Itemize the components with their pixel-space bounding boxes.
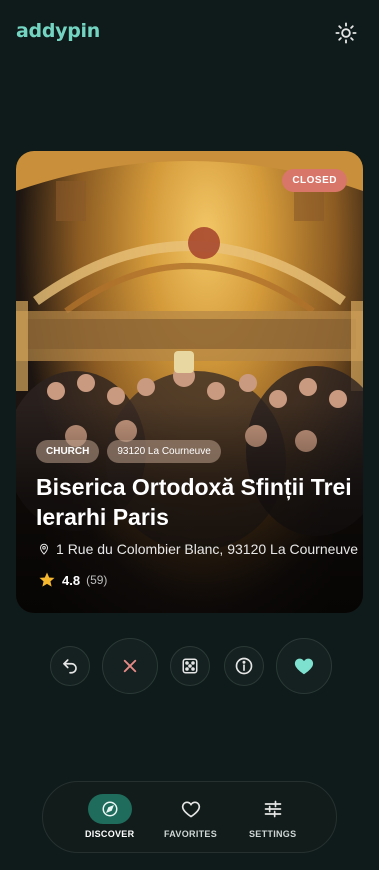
nav-discover-label: DISCOVER <box>85 829 135 839</box>
sliders-icon <box>264 800 282 818</box>
like-button[interactable] <box>276 638 332 694</box>
category-tag: CHURCH <box>36 440 100 463</box>
undo-button[interactable] <box>50 646 90 686</box>
nav-settings-label: SETTINGS <box>249 829 297 839</box>
star-icon <box>39 572 55 587</box>
heart-icon <box>294 658 314 675</box>
tag-list: CHURCH 93120 La Courneuve <box>36 440 221 463</box>
review-count: (59) <box>86 573 108 587</box>
nav-discover[interactable]: DISCOVER <box>85 794 134 839</box>
address-text: 1 Rue du Colombier Blanc, 93120 La Courn… <box>56 541 358 557</box>
status-badge: CLOSED <box>282 169 347 192</box>
compass-icon <box>102 801 118 817</box>
info-icon <box>235 657 253 675</box>
heart-outline-icon <box>181 801 200 818</box>
nav-settings[interactable]: SETTINGS <box>249 794 296 839</box>
theme-toggle-button[interactable] <box>335 22 357 44</box>
random-button[interactable] <box>170 646 210 686</box>
dice-icon <box>182 658 198 674</box>
location-pin-icon <box>40 543 49 555</box>
place-card[interactable]: CLOSED CHURCH 93120 La Courneuve Biseric… <box>16 151 363 613</box>
place-title: Biserica Ortodoxă Sfinții Trei Ierarhi P… <box>36 474 352 530</box>
nav-favorites[interactable]: FAVORITES <box>164 794 217 839</box>
bottom-navigation: DISCOVER FAVORITES SETTINGS <box>42 781 337 853</box>
nav-favorites-label: FAVORITES <box>164 829 218 839</box>
close-icon <box>123 659 137 673</box>
undo-icon <box>63 659 77 674</box>
sun-icon <box>335 22 357 44</box>
locality-tag: 93120 La Courneuve <box>107 440 221 463</box>
rating: 4.8 (59) <box>38 571 107 589</box>
app-logo: addypin <box>16 20 100 42</box>
action-bar <box>50 638 332 694</box>
info-button[interactable] <box>224 646 264 686</box>
rating-score: 4.8 <box>62 572 81 588</box>
place-address: 1 Rue du Colombier Blanc, 93120 La Courn… <box>38 539 358 559</box>
dismiss-button[interactable] <box>102 638 158 694</box>
